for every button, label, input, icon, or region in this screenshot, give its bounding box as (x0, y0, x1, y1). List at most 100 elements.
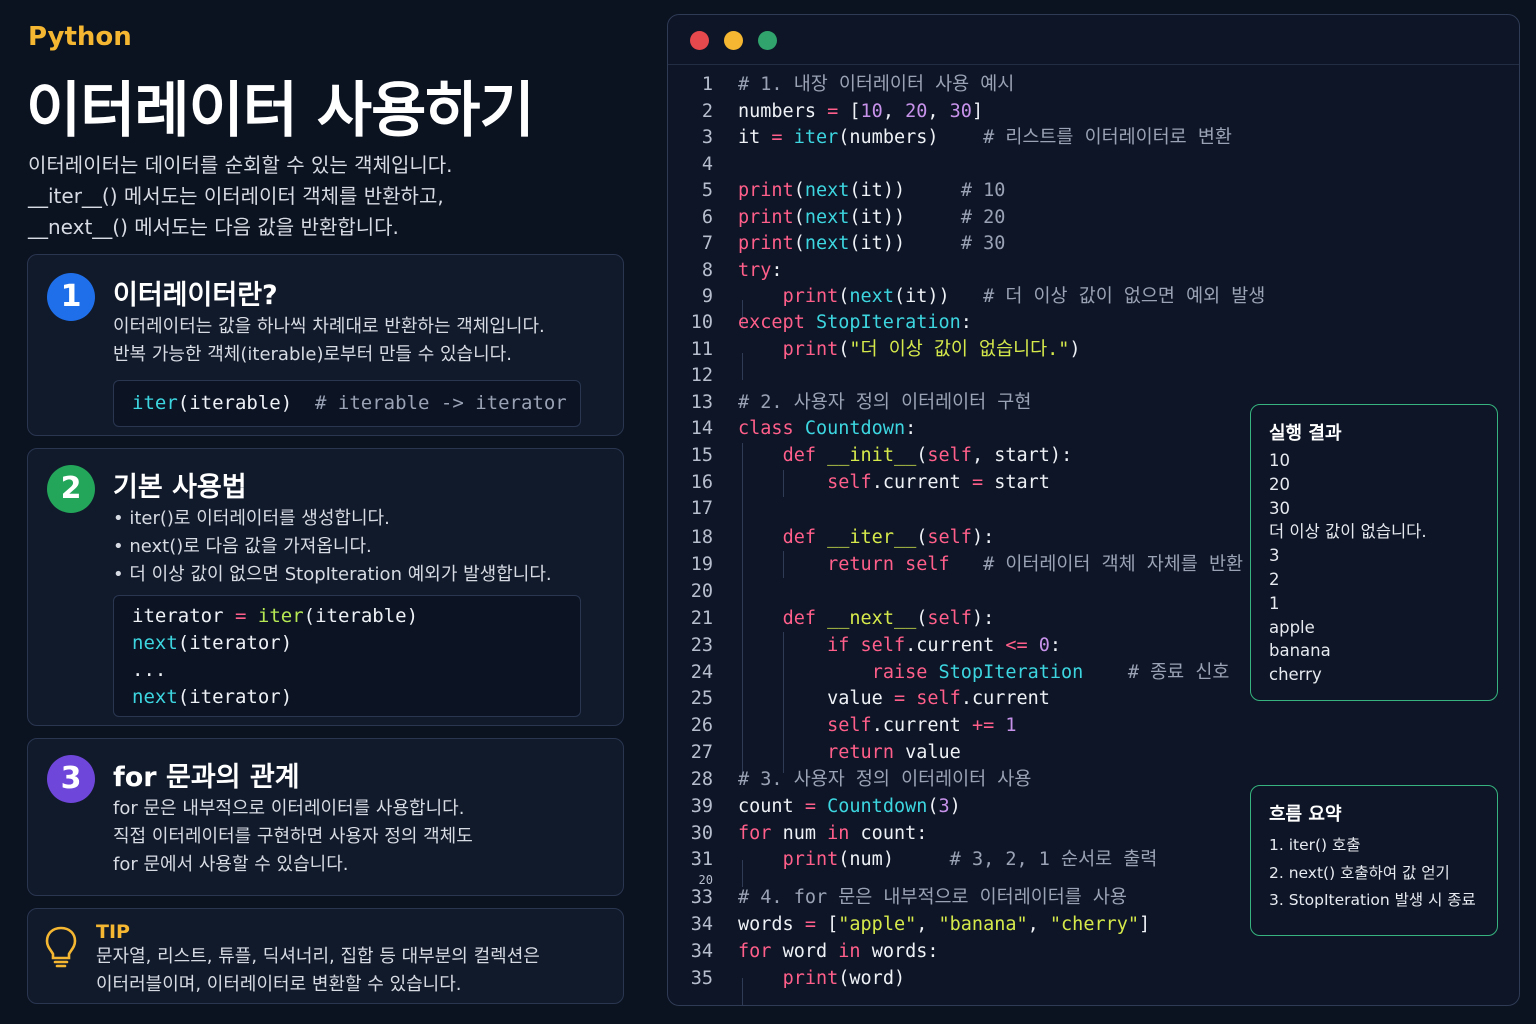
code-text: print(next(it)) # 더 이상 값이 없으면 예외 발생 (782, 286, 1266, 307)
card-description: • iter()로 이터레이터를 생성합니다. • next()로 다음 값을 … (113, 505, 552, 589)
minimize-window-button[interactable] (724, 31, 743, 50)
line-number: 7 (701, 233, 713, 254)
tip-line: 문자열, 리스트, 튜플, 딕셔너리, 집합 등 대부분의 컬렉션은 (96, 946, 540, 967)
flow-lines: 1. iter() 호출 2. next() 호출하여 값 얻기 3. StopIt… (1269, 832, 1476, 915)
code-text: # 3. 사용자 정의 이터레이터 사용 (738, 769, 1032, 790)
line-number: 30 (690, 823, 713, 844)
flow-summary-panel: 흐름 요약 1. iter() 호출 2. next() 호출하여 값 얻기 3. … (1250, 785, 1498, 936)
intro-line: __next__() 메서도는 다음 값을 반환합니다. (28, 215, 399, 239)
code-text: words = ["apple", "banana", "cherry"] (738, 914, 1151, 935)
tip-box: TIP 문자열, 리스트, 튜플, 딕셔너리, 집합 등 대부분의 컬렉션은 이… (27, 908, 624, 1004)
code-text: for word in words: (738, 941, 939, 962)
desc-line: • 더 이상 값이 없으면 StopIteration 예외가 발생합니다. (113, 564, 552, 585)
line-number: 31 (690, 849, 713, 870)
line-number: 1 (701, 74, 713, 95)
code-text: for num in count: (738, 823, 928, 844)
output-panel-title: 실행 결과 (1269, 423, 1342, 444)
card-what-is-iterator: 1 이터레이터란? 이터레이터는 값을 하나씩 차례대로 반환하는 객체입니다.… (27, 254, 624, 436)
line-number: 23 (690, 635, 713, 656)
code-text: def __init__(self, start): (782, 445, 1073, 466)
line-number: 5 (701, 180, 713, 201)
output-line: 20 (1269, 474, 1290, 494)
code-text: print(next(it)) # 10 (738, 180, 1006, 201)
code-snippet: iter(iterable) # iterable -> iterator (113, 380, 581, 427)
line-number: 27 (690, 742, 713, 763)
code-text: self.current += 1 (827, 715, 1017, 736)
line-number: 2 (701, 101, 713, 122)
code-line: ... (132, 659, 167, 681)
line-number: 34 (690, 914, 713, 935)
output-line: 2 (1269, 569, 1280, 589)
code-text: return value (827, 742, 961, 763)
intro-line: __iter__() 메서도는 이터레이터 객체를 반환하고, (28, 184, 444, 208)
step-badge-3: 3 (47, 755, 95, 803)
code-line: iter(iterable) # iterable -> iterator (132, 392, 567, 414)
step-badge-1: 1 (47, 273, 95, 321)
code-text: except StopIteration: (738, 312, 972, 333)
line-number: 11 (690, 339, 713, 360)
desc-line: for 문에서 사용할 수 있습니다. (113, 854, 349, 875)
tip-text: 문자열, 리스트, 튜플, 딕셔너리, 집합 등 대부분의 컬렉션은 이터러블이… (96, 943, 540, 999)
flow-step: 2. next() 호출하여 값 얻기 (1269, 863, 1450, 882)
output-line: cherry (1269, 665, 1322, 685)
code-text: # 1. 내장 이터레이터 사용 예시 (738, 74, 1015, 95)
code-text: class Countdown: (738, 418, 917, 439)
output-line: apple (1269, 617, 1315, 637)
step-badge-2: 2 (47, 465, 95, 513)
card-basic-usage: 2 기본 사용법 • iter()로 이터레이터를 생성합니다. • next(… (27, 448, 624, 726)
flow-step: 1. iter() 호출 (1269, 836, 1361, 854)
tip-label: TIP (96, 921, 130, 943)
editor-titlebar (668, 15, 1519, 65)
line-number: 34 (690, 941, 713, 962)
line-number: 4 (701, 154, 713, 175)
line-number: 6 (701, 207, 713, 228)
desc-line: for 문은 내부적으로 이터레이터를 사용합니다. (113, 798, 465, 819)
output-line: 10 (1269, 451, 1290, 470)
code-editor-window: 1 # 1. 내장 이터레이터 사용 예시 2 numbers = [10, 20, … (667, 14, 1520, 1006)
code-text: try: (738, 260, 783, 281)
line-number: 21 (690, 608, 713, 629)
card-description: for 문은 내부적으로 이터레이터를 사용합니다. 직접 이터레이터를 구현하… (113, 795, 473, 879)
code-text: raise StopIteration # 종료 신호 (871, 662, 1230, 683)
code-text: it = iter(numbers) # 리스트를 이터레이터로 변환 (738, 127, 1232, 148)
line-number: 14 (690, 418, 713, 439)
line-number: 16 (690, 472, 713, 493)
code-line: iterator = iter(iterable) (132, 605, 419, 627)
line-number: 19 (690, 554, 713, 575)
code-line: next(iterator) (132, 686, 293, 708)
code-snippet: iterator = iter(iterable) next(iterator)… (113, 595, 581, 717)
line-number: 10 (690, 312, 713, 333)
card-title: 기본 사용법 (113, 472, 247, 503)
output-line: banana (1269, 641, 1331, 661)
line-number: 28 (690, 769, 713, 790)
card-title: for 문과의 관계 (113, 762, 300, 793)
desc-line: • next()로 다음 값을 가져옵니다. (113, 536, 372, 557)
desc-line: 이터레이터는 값을 하나씩 차례대로 반환하는 객체입니다. (113, 316, 545, 337)
desc-line: • iter()로 이터레이터를 생성합니다. (113, 508, 390, 529)
output-line: 30 (1269, 498, 1290, 518)
code-text: value = self.current (827, 688, 1050, 709)
code-text: # 4. for 문은 내부적으로 이터레이터를 사용 (738, 887, 1127, 908)
output-line: 더 이상 값이 없습니다. (1269, 522, 1427, 542)
code-text: self.current = start (827, 472, 1050, 493)
line-number: 39 (690, 796, 713, 817)
tip-line: 이터러블이며, 이터레이터로 변환할 수 있습니다. (96, 974, 462, 995)
desc-line: 반복 가능한 객체(iterable)로부터 만들 수 있습니다. (113, 344, 512, 365)
code-text: # 2. 사용자 정의 이터레이터 구현 (738, 392, 1032, 413)
close-window-button[interactable] (690, 31, 709, 50)
code-line: next(iterator) (132, 632, 293, 654)
card-title: 이터레이터란? (113, 280, 278, 311)
code-text: def __next__(self): (782, 608, 995, 629)
line-number: 3 (701, 127, 713, 148)
output-lines: 10 20 30 더 이상 값이 없습니다. 3 2 1 apple banana cherry (1269, 449, 1427, 687)
line-number: 20 (690, 581, 713, 602)
line-number: 12 (690, 365, 713, 386)
line-number: 25 (690, 688, 713, 709)
code-text: return self # 이터레이터 객체 자체를 반환 (827, 554, 1244, 575)
intro-text: 이터레이터는 데이터를 순회할 수 있는 객체입니다. __iter__() 메… (28, 150, 628, 243)
output-line: 1 (1269, 593, 1280, 613)
line-number: 9 (701, 286, 713, 307)
maximize-window-button[interactable] (758, 31, 777, 50)
code-text: numbers = [10, 20, 30] (738, 101, 984, 122)
line-number: 13 (690, 392, 713, 413)
